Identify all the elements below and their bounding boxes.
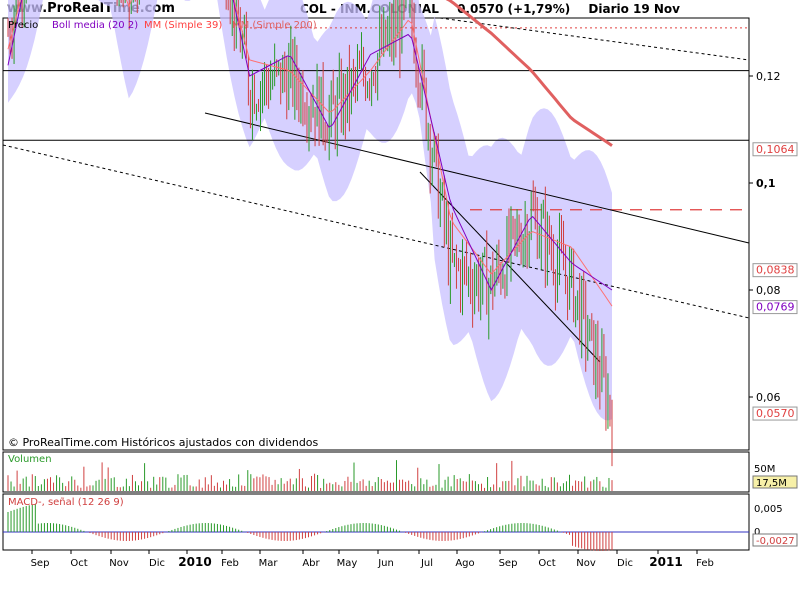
y-tick-label: 0,06 xyxy=(756,391,781,404)
y-tick-label: 0,08 xyxy=(756,284,781,297)
price-tag-label: 0,1064 xyxy=(756,143,795,156)
volume-tag: 17,5M xyxy=(756,478,787,489)
macd-histogram xyxy=(3,504,749,551)
time-x-axis: Sep Oct Nov Dic 2010 Feb Mar Abr May Jun Jul Ago Sep… xyxy=(31,550,714,569)
x-tick-label: Feb xyxy=(696,558,714,569)
macd-tag: -0,0027 xyxy=(756,536,795,547)
volume-bars xyxy=(7,460,613,491)
lower-channel-line xyxy=(2,144,750,319)
x-tick-label: Oct xyxy=(538,558,555,569)
x-tick-label: Sep xyxy=(31,558,50,569)
x-tick-label: Oct xyxy=(70,558,87,569)
x-tick-label: Mar xyxy=(259,558,279,569)
price-legend: Precio Boll media (20 2) MM (Simple 39) … xyxy=(8,20,317,31)
x-tick-label: Sep xyxy=(499,558,518,569)
price-tag-label: 0,0769 xyxy=(756,301,795,314)
macd-label: MACD-, señal (12 26 9) xyxy=(8,497,124,508)
upper-channel-line xyxy=(439,17,750,61)
price-tag-label: 0,0570 xyxy=(756,407,795,420)
x-tick-label: Jun xyxy=(377,558,394,569)
legend-precio: Precio xyxy=(8,20,38,31)
x-tick-label: Nov xyxy=(109,558,129,569)
price-y-axis: 0,20,180,160,140,120,10,080,06 xyxy=(749,70,781,404)
x-tick-label: Dic xyxy=(149,558,165,569)
y-tick-label: 0,12 xyxy=(756,70,781,83)
volume-ytick: 50M xyxy=(754,464,775,475)
x-tick-label: May xyxy=(337,558,358,569)
x-tick-label: Jul xyxy=(420,558,433,569)
volume-panel-frame xyxy=(2,451,750,493)
x-tick-label: 2010 xyxy=(178,555,211,569)
x-tick-label: Ago xyxy=(455,558,474,569)
legend-mm39: MM (Simple 39) xyxy=(144,20,222,31)
x-tick-label: 2011 xyxy=(649,555,682,569)
macd-ytick-top: 0,005 xyxy=(754,504,783,515)
footnote: © ProRealTime.com Históricos ajustados c… xyxy=(8,436,319,449)
price-tag-label: 0,0838 xyxy=(756,264,795,277)
legend-mm200: MM (Simple 200) xyxy=(232,20,317,31)
legend-boll: Boll media (20 2) xyxy=(52,20,138,31)
x-tick-label: Abr xyxy=(302,558,320,569)
y-tick-label: 0,1 xyxy=(756,177,776,190)
x-tick-label: Feb xyxy=(221,558,239,569)
stock-chart[interactable]: Precio Boll media (20 2) MM (Simple 39) … xyxy=(0,0,800,600)
x-tick-label: Nov xyxy=(576,558,596,569)
x-tick-label: Dic xyxy=(617,558,633,569)
volume-label: Volumen xyxy=(8,454,52,465)
